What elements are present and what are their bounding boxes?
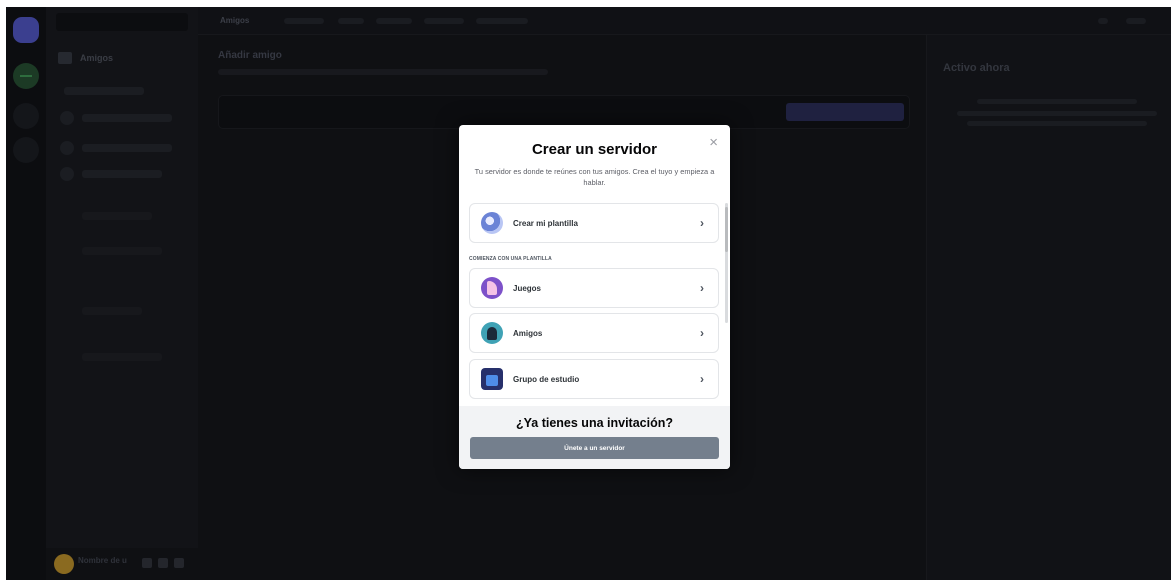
active-now-text bbox=[967, 121, 1147, 126]
modal-footer: ¿Ya tienes una invitación? Únete a un se… bbox=[459, 406, 730, 469]
page-description bbox=[218, 69, 548, 75]
game-controller-icon bbox=[481, 277, 503, 299]
explore-icon[interactable] bbox=[13, 103, 39, 129]
gear-icon[interactable] bbox=[174, 558, 184, 568]
tab-pending[interactable] bbox=[376, 18, 412, 24]
friends-icon bbox=[58, 52, 72, 64]
section-label: COMIENZA CON UNA PLANTILLA bbox=[469, 256, 552, 262]
avatar bbox=[60, 167, 74, 181]
help-icon[interactable] bbox=[1126, 18, 1146, 24]
chevron-right-icon: › bbox=[700, 326, 704, 340]
tab-blocked[interactable] bbox=[424, 18, 464, 24]
template-option-friends[interactable]: Amigos › bbox=[469, 313, 719, 353]
globe-icon bbox=[481, 212, 503, 234]
dm-item[interactable] bbox=[82, 353, 162, 361]
dm-item[interactable] bbox=[82, 212, 152, 220]
dm-item[interactable] bbox=[82, 247, 162, 255]
mute-icon[interactable] bbox=[142, 558, 152, 568]
chevron-right-icon: › bbox=[700, 281, 704, 295]
headphones-icon[interactable] bbox=[158, 558, 168, 568]
add-server-icon[interactable] bbox=[13, 63, 39, 89]
download-icon[interactable] bbox=[13, 137, 39, 163]
avatar bbox=[60, 111, 74, 125]
chevron-right-icon: › bbox=[700, 372, 704, 386]
invitation-heading: ¿Ya tienes una invitación? bbox=[516, 416, 673, 430]
inbox-icon[interactable] bbox=[1098, 18, 1108, 24]
active-now-panel: Activo ahora bbox=[926, 35, 1171, 580]
user-name: Nombre de u bbox=[78, 556, 127, 565]
top-bar: Amigos bbox=[198, 7, 1171, 35]
server-rail bbox=[6, 7, 46, 580]
dm-item[interactable] bbox=[82, 307, 142, 315]
study-group-icon bbox=[481, 368, 503, 390]
dm-item[interactable] bbox=[82, 114, 172, 122]
create-own-template-option[interactable]: Crear mi plantilla › bbox=[469, 203, 719, 243]
active-now-text bbox=[977, 99, 1137, 104]
avatar[interactable] bbox=[54, 554, 74, 574]
page-title: Añadir amigo bbox=[218, 50, 282, 61]
send-request-button[interactable] bbox=[786, 103, 904, 121]
create-server-modal: × Crear un servidor Tu servidor es donde… bbox=[459, 125, 730, 469]
active-now-title: Activo ahora bbox=[943, 62, 1010, 74]
search-input[interactable] bbox=[56, 13, 188, 31]
sidebar-item-friends[interactable]: Amigos bbox=[58, 51, 113, 65]
home-icon[interactable] bbox=[13, 17, 39, 43]
user-panel: Nombre de u bbox=[46, 548, 198, 580]
modal-subtitle: Tu servidor es donde te reúnes con tus a… bbox=[474, 167, 715, 187]
tab-all[interactable] bbox=[338, 18, 364, 24]
friends-icon bbox=[481, 322, 503, 344]
modal-title: Crear un servidor bbox=[531, 141, 658, 158]
avatar bbox=[60, 141, 74, 155]
sidebar-item-label: Amigos bbox=[80, 53, 114, 63]
dm-item[interactable] bbox=[82, 144, 172, 152]
tab-online[interactable] bbox=[284, 18, 324, 24]
tab-add-friend[interactable] bbox=[476, 18, 528, 24]
dm-header bbox=[64, 87, 144, 95]
chevron-right-icon: › bbox=[700, 216, 704, 230]
dm-item[interactable] bbox=[82, 170, 162, 178]
dm-sidebar: Amigos Nombre de u bbox=[46, 7, 198, 580]
template-option-games[interactable]: Juegos › bbox=[469, 268, 719, 308]
option-label: Amigos bbox=[513, 328, 543, 338]
tab-friends[interactable]: Amigos bbox=[220, 16, 249, 25]
option-label: Crear mi plantilla bbox=[513, 218, 578, 228]
option-label: Grupo de estudio bbox=[513, 374, 580, 384]
join-server-button[interactable]: Únete a un servidor bbox=[470, 437, 719, 459]
option-label: Juegos bbox=[513, 283, 542, 293]
scrollbar-thumb[interactable] bbox=[725, 207, 728, 252]
active-now-text bbox=[957, 111, 1157, 116]
template-option-study-group[interactable]: Grupo de estudio › bbox=[469, 359, 719, 399]
